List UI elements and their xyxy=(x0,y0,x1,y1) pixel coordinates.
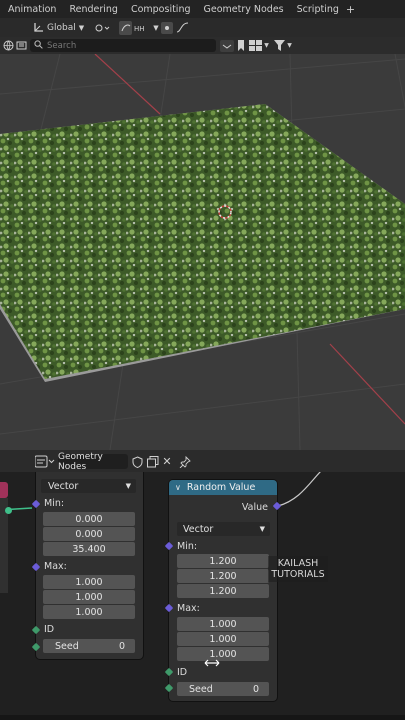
min-z-field[interactable]: 1.200 xyxy=(177,584,269,598)
max-y-field[interactable]: 1.000 xyxy=(43,590,135,604)
snap-button[interactable]: HH xyxy=(118,20,152,35)
min-label: Min: xyxy=(177,541,198,552)
id-label: ID xyxy=(44,624,55,635)
random-value-node[interactable]: ∨ Random Value Value Vector ▼ Min: 1.200… xyxy=(169,480,277,701)
editor-type-dropdown[interactable] xyxy=(34,454,56,469)
tab-rendering[interactable]: Rendering xyxy=(61,4,118,15)
seed-value: 0 xyxy=(118,640,125,652)
min-x-field[interactable]: 1.200 xyxy=(177,554,269,568)
id-label: ID xyxy=(177,667,188,678)
layers-icon[interactable] xyxy=(15,38,27,53)
data-type-label: Vector xyxy=(48,480,79,492)
tab-animation[interactable]: Animation xyxy=(0,4,56,15)
seed-field[interactable]: Seed 0 xyxy=(43,639,135,653)
max-x-field[interactable]: 1.000 xyxy=(43,575,135,589)
seed-label: Seed xyxy=(189,683,213,695)
transform-orientation-icon[interactable] xyxy=(32,20,44,35)
min-label: Min: xyxy=(44,498,65,509)
falloff-curve-icon[interactable] xyxy=(175,20,189,35)
status-bar xyxy=(0,715,405,720)
max-y-field[interactable]: 1.000 xyxy=(177,632,269,646)
max-x-field[interactable]: 1.000 xyxy=(177,617,269,631)
min-y-field[interactable]: 0.000 xyxy=(43,527,135,541)
max-label: Max: xyxy=(177,603,200,614)
max-z-field[interactable]: 1.000 xyxy=(43,605,135,619)
value-output-label: Value xyxy=(241,502,268,513)
chevron-down-icon[interactable]: ▼ xyxy=(263,38,270,53)
data-type-dropdown[interactable]: Vector ▼ xyxy=(41,479,136,493)
orientation-label: Global xyxy=(47,22,76,33)
node-group-name-field[interactable]: Geometry Nodes xyxy=(58,452,128,472)
workspace-tabs: Animation Rendering Compositing Geometry… xyxy=(0,0,405,18)
seed-label: Seed xyxy=(55,640,79,652)
search-placeholder: Search xyxy=(47,40,77,51)
chevron-down-icon[interactable]: ▼ xyxy=(286,38,293,53)
orientation-dropdown[interactable]: Global ▼ xyxy=(47,20,87,35)
node-title: Random Value xyxy=(186,482,256,493)
search-input[interactable]: Search xyxy=(30,39,216,52)
bookmark-icon[interactable] xyxy=(236,38,245,53)
add-workspace-button[interactable]: + xyxy=(346,3,355,16)
chevron-down-icon[interactable]: ▼ xyxy=(152,20,160,35)
watermark-line1: KAILASH xyxy=(277,558,319,569)
fake-user-shield-icon[interactable] xyxy=(131,454,144,469)
min-y-field[interactable]: 1.200 xyxy=(177,569,269,583)
viewport-scene xyxy=(0,54,405,450)
view-layout-icon[interactable] xyxy=(248,38,262,53)
visibility-dropdown[interactable] xyxy=(219,38,234,53)
geometry-output-socket[interactable] xyxy=(5,507,12,514)
watermark-line2: TUTORIALS xyxy=(271,569,325,580)
node-editor-canvas[interactable]: Vector ▼ Min: 0.000 0.000 35.400 Max: 1.… xyxy=(0,472,405,720)
close-icon[interactable]: ✕ xyxy=(161,454,173,469)
node-header[interactable]: ∨ Random Value xyxy=(169,480,277,495)
horizontal-resize-cursor-icon xyxy=(204,658,220,668)
svg-text:HH: HH xyxy=(134,25,145,33)
min-x-field[interactable]: 0.000 xyxy=(43,512,135,526)
node-editor-header: Geometry Nodes ✕ xyxy=(0,450,405,472)
tab-geometry-nodes[interactable]: Geometry Nodes xyxy=(196,4,284,15)
collapse-chevron-icon[interactable]: ∨ xyxy=(175,483,181,492)
pin-icon[interactable] xyxy=(178,454,192,469)
duplicate-icon[interactable] xyxy=(146,454,159,469)
chevron-down-icon: ▼ xyxy=(259,525,265,533)
chevron-down-icon: ▼ xyxy=(125,482,131,490)
seed-value: 0 xyxy=(252,683,259,695)
seed-field[interactable]: Seed 0 xyxy=(177,682,269,696)
data-type-label: Vector xyxy=(183,523,214,535)
min-z-field[interactable]: 35.400 xyxy=(43,542,135,556)
proportional-edit-button[interactable] xyxy=(160,20,173,35)
viewport-subheader: Search ▼ ▼ xyxy=(0,37,405,54)
offscreen-node-header xyxy=(0,482,8,498)
watermark: KAILASH TUTORIALS xyxy=(268,556,328,582)
pivot-point-button[interactable] xyxy=(92,20,116,35)
random-value-node-left[interactable]: Vector ▼ Min: 0.000 0.000 35.400 Max: 1.… xyxy=(36,472,143,659)
filter-icon[interactable] xyxy=(273,38,285,53)
max-label: Max: xyxy=(44,561,67,572)
max-z-field[interactable]: 1.000 xyxy=(177,647,269,661)
data-type-dropdown[interactable]: Vector ▼ xyxy=(177,522,270,536)
viewport-header: Global ▼ HH ▼ xyxy=(0,18,405,37)
grass-field xyxy=(0,104,405,379)
tab-scripting[interactable]: Scripting xyxy=(289,4,339,15)
tab-compositing[interactable]: Compositing xyxy=(123,4,191,15)
3d-viewport[interactable] xyxy=(0,54,405,450)
globe-icon[interactable] xyxy=(2,38,14,53)
value-link xyxy=(277,472,321,507)
chevron-down-icon: ▼ xyxy=(78,23,85,32)
search-icon xyxy=(34,39,43,52)
